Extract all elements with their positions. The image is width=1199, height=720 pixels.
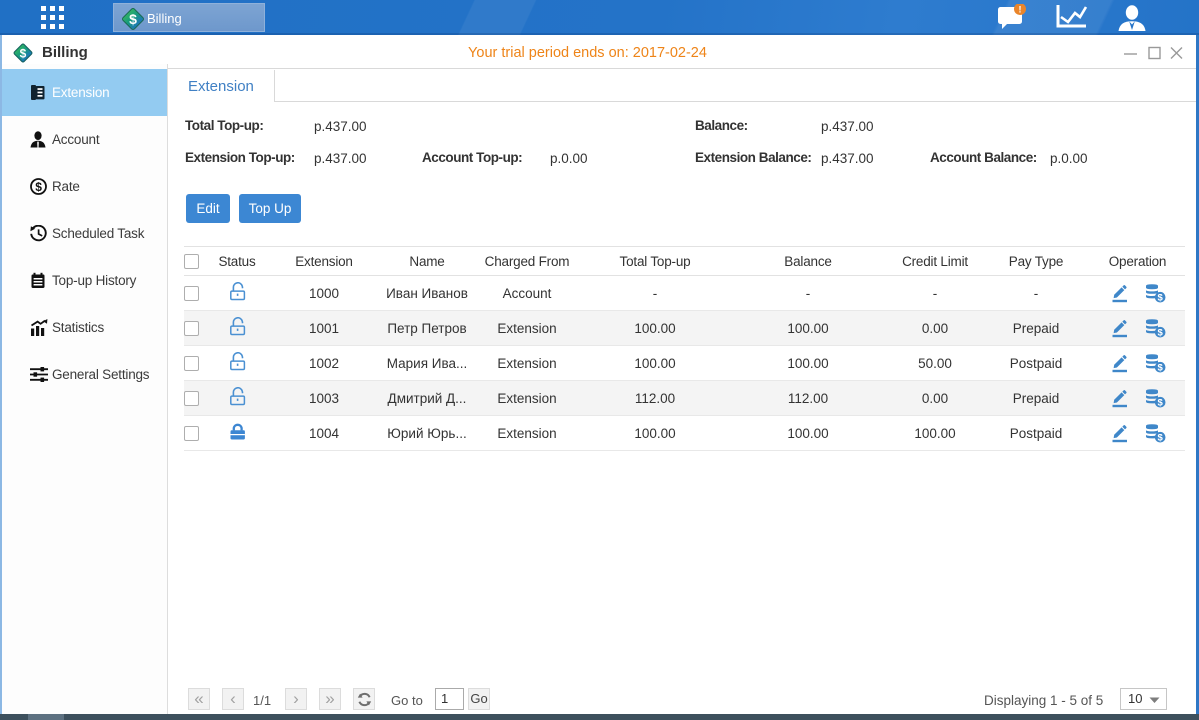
svg-text:$: $	[35, 180, 42, 194]
svg-text:!: !	[1019, 5, 1022, 15]
svg-text:$: $	[129, 11, 137, 27]
